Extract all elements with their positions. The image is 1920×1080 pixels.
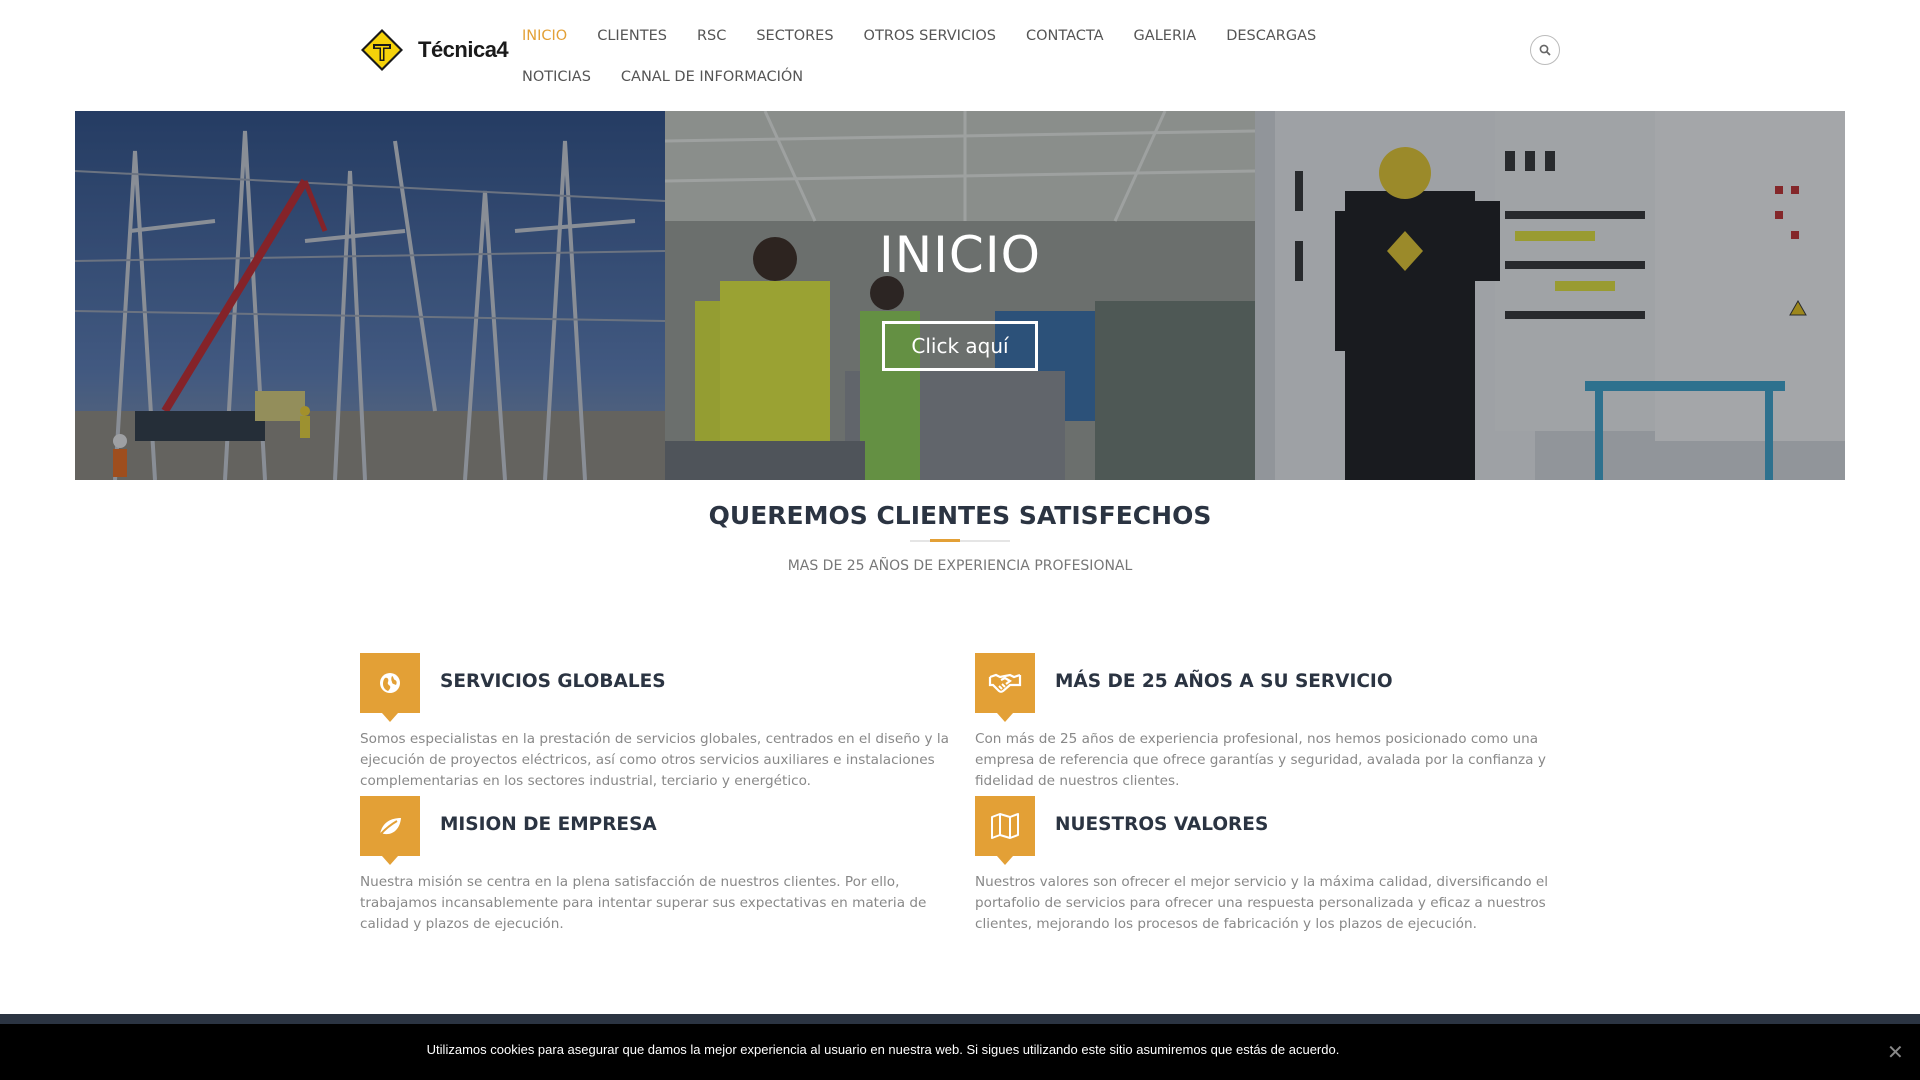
main-nav: INICIO CLIENTES RSC SECTORES OTROS SERVI… <box>522 16 1442 98</box>
nav-item-galeria[interactable]: GALERIA <box>1134 16 1197 57</box>
feature-text: Con más de 25 años de experiencia profes… <box>975 731 1546 789</box>
leaf-icon <box>378 818 401 837</box>
hero-overlay <box>75 111 665 480</box>
nav-item-inicio[interactable]: INICIO <box>522 16 567 57</box>
cookie-notice-bar: Utilizamos cookies para asegurar que dam… <box>0 1024 1920 1080</box>
nav-item-canal-de-informacion[interactable]: CANAL DE INFORMACIÓN <box>621 57 803 98</box>
feature-text: Nuestros valores son ofrecer el mejor se… <box>975 874 1549 932</box>
section-divider-accent <box>930 539 960 542</box>
section-subtitle: MAS DE 25 AÑOS DE EXPERIENCIA PROFESIONA… <box>787 558 1133 574</box>
site-logo[interactable]: Técnica4 <box>360 27 509 73</box>
hero-overlay <box>665 111 1255 480</box>
footer-strip <box>0 1014 1920 1024</box>
hero-image-warehouse <box>665 111 1255 480</box>
search-icon <box>1539 44 1551 56</box>
cookie-notice-text: Utilizamos cookies para asegurar que dam… <box>426 1042 1340 1057</box>
feature-icon-box <box>975 653 1035 722</box>
hero-title: INICIO <box>879 226 1041 284</box>
feature-text: Nuestra misión se centra en la plena sat… <box>360 874 927 932</box>
hero-overlay <box>1255 111 1845 480</box>
nav-item-contacta[interactable]: CONTACTA <box>1026 16 1104 57</box>
close-icon[interactable]: ✕ <box>1887 1040 1904 1064</box>
section-title: QUEREMOS CLIENTES SATISFECHOS <box>708 501 1212 530</box>
feature-icon-box <box>360 796 420 865</box>
tecnica4-logo-icon <box>361 29 403 71</box>
nav-item-descargas[interactable]: DESCARGAS <box>1226 16 1316 57</box>
section-divider <box>910 540 1010 542</box>
hero-banner: INICIO Click aquí <box>75 111 1845 480</box>
feature-title: SERVICIOS GLOBALES <box>440 671 666 692</box>
feature-icon-box <box>360 653 420 722</box>
map-icon <box>991 813 1019 839</box>
nav-item-sectores[interactable]: SECTORES <box>756 16 833 57</box>
nav-item-noticias[interactable]: NOTICIAS <box>522 57 591 98</box>
feature-icon-box <box>975 796 1035 865</box>
hero-image-substation <box>75 111 665 480</box>
feature-title: MISION DE EMPRESA <box>440 814 657 835</box>
globe-icon <box>380 673 400 693</box>
hero-cta-button[interactable]: Click aquí <box>882 321 1038 371</box>
hero-image-electrical-panel <box>1255 111 1845 480</box>
feature-title: NUESTROS VALORES <box>1055 814 1269 835</box>
site-header: Técnica4 INICIO CLIENTES RSC SECTORES OT… <box>0 0 1920 111</box>
brand-name: Técnica4 <box>418 37 509 62</box>
search-button[interactable] <box>1530 35 1560 65</box>
feature-title: MÁS DE 25 AÑOS A SU SERVICIO <box>1055 671 1393 692</box>
handshake-icon <box>988 673 1022 693</box>
nav-item-clientes[interactable]: CLIENTES <box>597 16 667 57</box>
nav-item-otros-servicios[interactable]: OTROS SERVICIOS <box>864 16 996 57</box>
nav-item-rsc[interactable]: RSC <box>697 16 726 57</box>
feature-text: Somos especialistas en la prestación de … <box>360 731 949 789</box>
